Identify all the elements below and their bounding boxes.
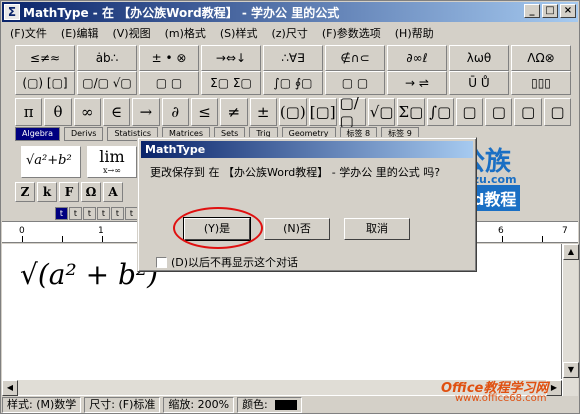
- menu-format[interactable]: (m)格式: [163, 24, 208, 42]
- maximize-button[interactable]: □: [542, 4, 558, 18]
- misc-palette[interactable]: ∂∞ℓ: [387, 45, 447, 71]
- no-button[interactable]: (N)否: [264, 218, 330, 240]
- pi-symbol[interactable]: π: [15, 98, 43, 126]
- menu-edit[interactable]: (E)编辑: [59, 24, 101, 42]
- ruler-mark-1: 1: [98, 226, 104, 236]
- neq-symbol[interactable]: ≠: [220, 98, 248, 126]
- script-templates[interactable]: ▢ ▢: [139, 71, 199, 95]
- yes-button[interactable]: (Y)是: [183, 217, 251, 241]
- letter-omega-button[interactable]: Ω: [81, 182, 101, 202]
- tab-algebra[interactable]: Algebra: [15, 127, 60, 141]
- box-template-2[interactable]: ▢: [485, 98, 513, 126]
- menu-style[interactable]: (S)样式: [218, 24, 260, 42]
- menu-bar: (F)文件 (E)编辑 (V)视图 (m)格式 (S)样式 (z)尺寸 (F)参…: [2, 23, 578, 43]
- style-button-4[interactable]: t: [97, 207, 110, 220]
- menu-file[interactable]: (F)文件: [8, 24, 49, 42]
- style-button-1[interactable]: t: [55, 207, 68, 220]
- small-symbol-bar: π θ ∞ ∈ → ∂ ≤ ≠ ± (▢) [▢] ▢/▢ √▢ Σ▢ ∫▢ ▢…: [15, 94, 572, 130]
- close-button[interactable]: ×: [560, 4, 576, 18]
- operators-palette[interactable]: ± • ⊗: [139, 45, 199, 71]
- ruler-mark-6: 6: [498, 226, 504, 236]
- menu-view[interactable]: (V)视图: [110, 24, 152, 42]
- fraction-templates[interactable]: ▢/▢ √▢: [77, 71, 137, 95]
- plusminus-symbol[interactable]: ±: [249, 98, 277, 126]
- letter-buttons: Z k F Ω A: [15, 182, 123, 204]
- status-color-label: 颜色:: [242, 398, 268, 411]
- fence-templates[interactable]: (▢) [▢]: [15, 71, 75, 95]
- status-color: 颜色:: [237, 397, 303, 413]
- limit-template[interactable]: lim x→∞: [87, 146, 137, 178]
- infinity-symbol[interactable]: ∞: [73, 98, 101, 126]
- scroll-right-icon[interactable]: ▶: [546, 380, 562, 396]
- letter-z-button[interactable]: Z: [15, 182, 35, 202]
- integral-template[interactable]: ∫▢: [426, 98, 454, 126]
- style-button-3[interactable]: t: [83, 207, 96, 220]
- sum-template[interactable]: Σ▢: [397, 98, 425, 126]
- letter-a-button[interactable]: A: [103, 182, 123, 202]
- title-bar[interactable]: Σ MathType - 在 【办公族Word教程】 - 学办公 里的公式 _ …: [2, 2, 578, 22]
- fraction-template[interactable]: ▢/▢: [338, 94, 366, 130]
- site-url-watermark: www.office68.com: [455, 393, 547, 404]
- arrows-palette[interactable]: →⇔↓: [201, 45, 261, 71]
- tab-derivs[interactable]: Derivs: [63, 127, 104, 141]
- matrix-templates[interactable]: ▯▯▯: [511, 71, 571, 95]
- dont-show-again-label: (D)以后不再显示这个对话: [171, 256, 299, 269]
- paren-template[interactable]: (▢): [278, 98, 307, 126]
- menu-preferences[interactable]: (F)参数选项: [320, 24, 383, 42]
- letter-f-button[interactable]: F: [59, 182, 79, 202]
- integral-templates[interactable]: ∫▢ ∮▢: [263, 71, 323, 95]
- lim-subscript: x→∞: [103, 166, 121, 175]
- sqrt-template[interactable]: √▢: [367, 98, 396, 126]
- sets-palette[interactable]: ∉∩⊂: [325, 45, 385, 71]
- dont-show-again-option[interactable]: (D)以后不再显示这个对话: [156, 254, 298, 270]
- arrow-templates[interactable]: → ⇌: [387, 71, 447, 95]
- lim-text: lim: [99, 147, 125, 166]
- style-button-5[interactable]: t: [111, 207, 124, 220]
- color-swatch: [275, 400, 298, 410]
- dialog-message: 更改保存到 在 【办公族Word教程】 - 学办公 里的公式 吗?: [150, 166, 441, 179]
- vertical-scrollbar[interactable]: ▲ ▼: [562, 244, 579, 396]
- mathtype-app-icon: Σ: [4, 4, 20, 20]
- menu-size[interactable]: (z)尺寸: [269, 24, 309, 42]
- letter-k-button[interactable]: k: [37, 182, 57, 202]
- relations-palette[interactable]: ≤≠≈: [15, 45, 75, 71]
- partial-symbol[interactable]: ∂: [161, 98, 189, 126]
- summation-templates[interactable]: Σ▢ Σ▢: [201, 71, 261, 95]
- dont-show-again-checkbox[interactable]: [156, 256, 167, 268]
- bracket-template[interactable]: [▢]: [308, 98, 337, 126]
- minimize-button[interactable]: _: [524, 4, 540, 18]
- ruler-zero: 0: [19, 226, 25, 236]
- cancel-button[interactable]: 取消: [344, 218, 410, 240]
- dialog-title[interactable]: MathType: [141, 141, 473, 158]
- arrow-symbol[interactable]: →: [132, 98, 160, 126]
- greek-lower-palette[interactable]: λωθ: [449, 45, 509, 71]
- greek-upper-palette[interactable]: ΛΩ⊗: [511, 45, 571, 71]
- sqrt-sum-template[interactable]: √a²+b²: [21, 146, 81, 178]
- element-of-symbol[interactable]: ∈: [102, 98, 131, 126]
- ruler-mark-7: 7: [562, 226, 568, 236]
- theta-symbol[interactable]: θ: [44, 98, 72, 126]
- scroll-left-icon[interactable]: ◀: [2, 380, 18, 396]
- style-button-2[interactable]: t: [69, 207, 82, 220]
- box-template-1[interactable]: ▢: [455, 98, 484, 126]
- status-size: 尺寸: (F)标准: [84, 397, 161, 413]
- bar-templates[interactable]: ▢ ▢: [325, 71, 385, 95]
- template-palette-row: (▢) [▢] ▢/▢ √▢ ▢ ▢ Σ▢ Σ▢ ∫▢ ∮▢ ▢ ▢ → ⇌ Ū…: [15, 71, 571, 95]
- save-changes-dialog: MathType 更改保存到 在 【办公族Word教程】 - 学办公 里的公式 …: [137, 137, 477, 272]
- box-template-3[interactable]: ▢: [514, 98, 542, 126]
- menu-help[interactable]: (H)帮助: [393, 24, 436, 42]
- logic-palette[interactable]: ∴∀∃: [263, 45, 323, 71]
- product-templates[interactable]: Ū Ů: [449, 71, 509, 95]
- leq-symbol[interactable]: ≤: [190, 98, 219, 126]
- scroll-up-icon[interactable]: ▲: [563, 244, 579, 260]
- status-style: 样式: (M)数学: [2, 397, 82, 413]
- scroll-down-icon[interactable]: ▼: [563, 362, 579, 378]
- spaces-palette[interactable]: ȧb∴: [77, 45, 137, 71]
- box-template-4[interactable]: ▢: [543, 98, 572, 126]
- status-zoom: 缩放: 200%: [163, 397, 235, 413]
- symbol-palette-row: ≤≠≈ ȧb∴ ± • ⊗ →⇔↓ ∴∀∃ ∉∩⊂ ∂∞ℓ λωθ ΛΩ⊗: [15, 45, 571, 71]
- mathtype-window: Σ MathType - 在 【办公族Word教程】 - 学办公 里的公式 _ …: [0, 0, 580, 414]
- window-title: MathType - 在 【办公族Word教程】 - 学办公 里的公式: [23, 5, 340, 20]
